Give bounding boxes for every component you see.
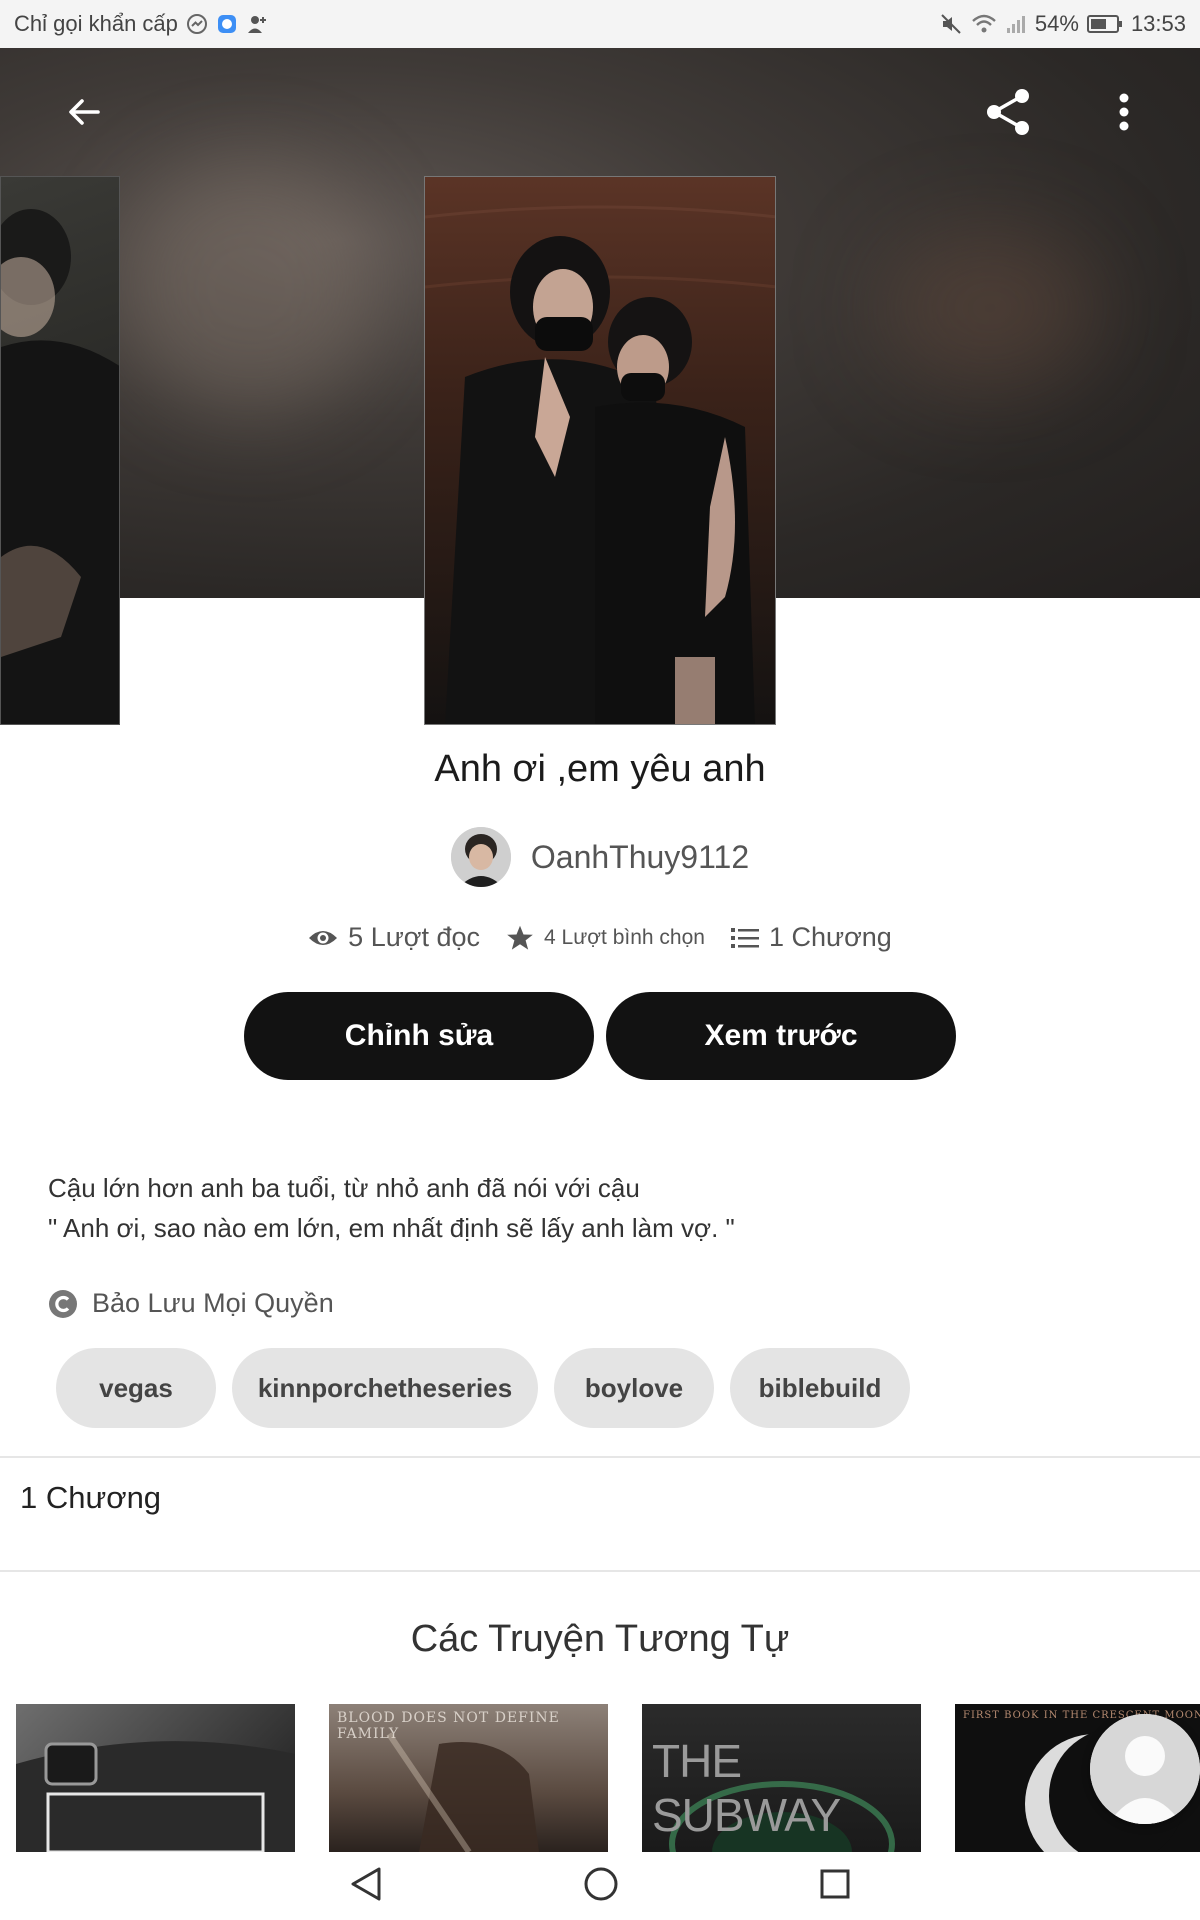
story-stats: 5 Lượt đọc 4 Lượt bình chọn 1 Chương xyxy=(0,922,1200,953)
arrow-left-icon xyxy=(69,99,100,125)
description-line: Cậu lớn hơn anh ba tuổi, từ nhỏ anh đã n… xyxy=(48,1173,640,1203)
reads-count: 5 Lượt đọc xyxy=(348,922,481,952)
triangle-back-icon xyxy=(351,1867,381,1900)
mute-icon xyxy=(939,12,963,36)
list-icon xyxy=(730,927,759,948)
hero-glow xyxy=(120,158,380,418)
nav-home-button[interactable] xyxy=(583,1866,619,1907)
divider xyxy=(0,1456,1200,1458)
story-cover xyxy=(424,176,776,725)
author-row[interactable]: OanhThuy9112 xyxy=(0,826,1200,888)
tag-chip[interactable]: vegas xyxy=(56,1348,216,1428)
carrier-text: Chỉ gọi khẩn cấp xyxy=(14,11,178,36)
similar-story-cover[interactable]: THE SUBWAY xyxy=(642,1704,921,1852)
nav-recents-button[interactable] xyxy=(819,1868,851,1905)
similar-stories-title: Các Truyện Tương Tự xyxy=(410,1618,790,1660)
floating-profile-avatar[interactable] xyxy=(1090,1714,1200,1824)
cover-art xyxy=(425,177,775,724)
topbar-actions xyxy=(972,76,1160,148)
signal-icon xyxy=(1005,13,1027,35)
clock: 13:53 xyxy=(1130,11,1186,36)
chapters-link[interactable]: 1 Chương xyxy=(20,1480,161,1516)
square-recents-icon xyxy=(820,1869,850,1898)
share-icon xyxy=(987,89,1029,135)
similar-story-cover[interactable]: BLOOD DOES NOT DEFINE FAMILY xyxy=(329,1704,608,1852)
story-description: Cậu lớn hơn anh ba tuổi, từ nhỏ anh đã n… xyxy=(48,1168,1148,1248)
similar-stories-row: BLOOD DOES NOT DEFINE FAMILY THE SUBWAY … xyxy=(16,1704,1200,1852)
eye-icon xyxy=(309,930,338,945)
cover-art xyxy=(16,1741,295,1852)
more-vertical-icon xyxy=(1119,93,1129,131)
similar-story-cover[interactable] xyxy=(16,1704,295,1852)
status-right: 54% 13:53 xyxy=(939,11,1186,37)
status-bar: Chỉ gọi khẩn cấp 54% 13:53 xyxy=(0,0,1200,48)
reads-stat: 5 Lượt đọc xyxy=(308,922,480,953)
tag-list: vegas kinnporchetheseries boylove bibleb… xyxy=(56,1348,910,1428)
more-options-button[interactable] xyxy=(1088,76,1160,148)
votes-stat: 4 Lượt bình chọn xyxy=(506,924,705,952)
back-button[interactable] xyxy=(48,76,120,148)
person-add-icon xyxy=(246,13,268,35)
system-navigation-bar xyxy=(0,1852,1200,1920)
messenger-icon xyxy=(186,13,208,35)
battery-icon xyxy=(1086,14,1123,34)
votes-count: 4 Lượt bình chọn xyxy=(544,925,705,949)
edit-button[interactable]: Chỉnh sửa xyxy=(244,992,594,1080)
circle-home-icon xyxy=(584,1867,618,1900)
status-left: Chỉ gọi khẩn cấp xyxy=(14,11,268,37)
previous-cover[interactable] xyxy=(0,176,120,725)
star-icon xyxy=(507,925,533,950)
copyright-icon xyxy=(49,1289,77,1318)
parts-stat: 1 Chương xyxy=(730,922,892,953)
cover-art xyxy=(386,1732,539,1852)
top-app-bar xyxy=(0,48,1200,176)
tag-chip[interactable]: biblebuild xyxy=(730,1348,910,1428)
parts-count: 1 Chương xyxy=(768,922,892,952)
cover-title: THE SUBWAY xyxy=(652,1735,841,1841)
tag-chip[interactable]: kinnporchetheseries xyxy=(232,1348,538,1428)
app-notification-icon xyxy=(216,13,238,35)
author-avatar[interactable] xyxy=(450,827,511,887)
nav-back-button[interactable] xyxy=(349,1866,383,1907)
story-title: Anh ơi ,em yêu anh xyxy=(434,748,766,790)
description-line: " Anh ơi, sao nào em lớn, em nhất định s… xyxy=(48,1213,735,1243)
copyright-text: Bảo Lưu Mọi Quyền xyxy=(92,1288,334,1318)
share-button[interactable] xyxy=(972,76,1044,148)
tag-chip[interactable]: boylove xyxy=(554,1348,714,1428)
hero-glow xyxy=(880,228,1100,388)
author-name[interactable]: OanhThuy9112 xyxy=(531,839,749,876)
divider xyxy=(0,1570,1200,1572)
copyright-row: Bảo Lưu Mọi Quyền xyxy=(48,1288,334,1319)
story-actions: Chỉnh sửa Xem trước xyxy=(244,992,956,1080)
cover-art xyxy=(1,209,119,724)
wifi-icon xyxy=(971,13,997,35)
preview-button[interactable]: Xem trước xyxy=(606,992,956,1080)
user-silhouette-icon xyxy=(1090,1714,1200,1824)
battery-percent: 54% xyxy=(1034,11,1079,36)
